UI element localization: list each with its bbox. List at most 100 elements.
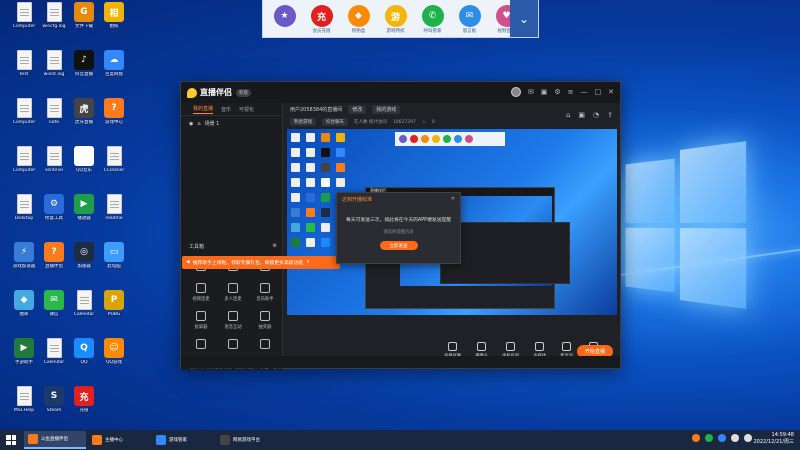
desktop-icon[interactable]: readme xyxy=(96,194,132,222)
version-badge[interactable]: 新版 xyxy=(236,88,251,97)
app-icon: Q xyxy=(74,338,94,358)
flame-icon xyxy=(187,87,197,98)
room-tag-1[interactable]: 熟悉游戏 xyxy=(290,118,316,126)
desktop-icon[interactable]: ▭ 此电脑 xyxy=(96,242,132,270)
tool-10[interactable] xyxy=(185,339,217,352)
message-icon[interactable]: ✉ xyxy=(528,88,534,96)
tab-music[interactable]: 音乐 xyxy=(221,106,231,113)
dialog-send-button[interactable]: 立即发送 xyxy=(379,241,418,250)
tray-app-icon[interactable] xyxy=(692,434,700,442)
tab-my-live[interactable]: 我的直播 xyxy=(193,105,214,114)
windows-logo-wallpaper xyxy=(625,141,747,309)
topbar-item[interactable]: ◆ 购物盒 xyxy=(340,3,377,34)
taskbar-task[interactable]: 网易游戏平台 xyxy=(216,431,278,449)
desktop-icon[interactable]: CCleaner xyxy=(96,146,132,174)
room-edit-button[interactable]: 修改 xyxy=(348,105,367,114)
maximize-icon[interactable]: □ xyxy=(595,88,602,96)
start-button[interactable] xyxy=(0,430,22,450)
lock-icon[interactable]: ⌂ xyxy=(197,121,200,127)
topbar-item[interactable]: ✉ 留言板 xyxy=(451,3,488,34)
tray-network-icon[interactable] xyxy=(718,434,726,442)
room-category[interactable]: 我的游戏 xyxy=(372,105,401,114)
topbar-item[interactable]: ✆ 呼叫管家 xyxy=(414,3,451,34)
tool-voice[interactable]: 语音互动 xyxy=(217,311,249,330)
bottom-tool-icon xyxy=(535,341,545,351)
tool-icon xyxy=(228,283,238,293)
bag-icon[interactable]: ▣ xyxy=(578,111,585,119)
document-icon xyxy=(16,386,32,406)
desktop-icon[interactable]: ☺ QQ游戏 xyxy=(96,338,132,366)
app-icon: ▶ xyxy=(74,194,94,214)
app-icon: P xyxy=(104,290,124,310)
app-icon: 虎 xyxy=(74,98,94,118)
room-hot: 0 xyxy=(431,119,435,125)
store-icon[interactable]: ⌂ xyxy=(566,111,570,119)
tool-icon xyxy=(228,311,238,321)
app-icon: ⚙ xyxy=(44,194,64,214)
tool-11[interactable] xyxy=(217,339,249,352)
tool-label: 音乐助手 xyxy=(256,297,274,302)
promo-banner[interactable]: ◀ 推荐新手上线啦，领取专属礼包，解锁更多高级功能 ✕ xyxy=(182,256,340,269)
toolbox-grid: 视频连麦 多人连麦 音乐助手投屏器 语音互动 抽奖器 xyxy=(185,261,281,352)
clock-time: 14:59:48 xyxy=(771,432,794,438)
scene-row[interactable]: ◉ ⌂ 场景 1 xyxy=(181,116,282,131)
topbar-item[interactable]: 充会员充值 xyxy=(303,3,340,34)
share-icon[interactable]: ⇪ xyxy=(607,111,613,119)
desktop-icon[interactable]: 充充值 xyxy=(66,386,102,414)
tab-visual[interactable]: 可视化 xyxy=(239,106,254,113)
app-icon: ♪ xyxy=(74,50,94,70)
desktop-icon[interactable]: ? 游戏中心 xyxy=(96,98,132,126)
tool-label: 语音互动 xyxy=(224,325,242,330)
tool-multi-link[interactable]: 多人连麦 xyxy=(217,283,249,302)
tray-volume-icon[interactable] xyxy=(731,434,739,442)
eye-icon[interactable]: ◉ xyxy=(189,121,193,127)
dialog-close-icon[interactable]: ✕ xyxy=(451,196,455,203)
dialog-body: 每天可发送三次，如此将在今天的APP端发送提醒 xyxy=(345,218,451,223)
app-icon: ▶ xyxy=(14,338,34,358)
gift-icon[interactable]: ▣ xyxy=(541,88,548,96)
tool-music[interactable]: 音乐助手 xyxy=(249,283,281,302)
tool-lottery[interactable]: 抽奖器 xyxy=(249,311,281,330)
desktop-icon[interactable]: P PUBG xyxy=(96,290,132,318)
user-avatar[interactable] xyxy=(510,87,521,97)
collapse-icon[interactable]: ⌄ xyxy=(510,0,538,37)
app-icon: ☁ xyxy=(104,50,124,70)
menu-icon[interactable]: ≡ xyxy=(568,88,574,96)
desktop-icon[interactable]: ☁ 百度网盘 xyxy=(96,50,132,78)
document-icon xyxy=(106,146,122,166)
windows-start-icon xyxy=(6,435,16,445)
bell-icon[interactable]: ◔ xyxy=(593,111,599,119)
tray-wechat-icon[interactable] xyxy=(705,434,713,442)
topbar-item-label: 留言板 xyxy=(462,29,477,34)
bottom-tool-icon xyxy=(477,341,487,351)
task-app-icon xyxy=(156,435,166,445)
desktop-icon[interactable]: 相拍照 xyxy=(96,2,132,30)
desktop-icon-label: 游戏中心 xyxy=(105,120,123,125)
topbar-item[interactable]: 游游戏特权 xyxy=(377,3,414,34)
tool-video-link[interactable]: 视频连麦 xyxy=(185,283,217,302)
settings-icon[interactable]: ⚙ xyxy=(554,88,560,96)
document-icon xyxy=(16,194,32,214)
topbar-item[interactable]: ★ xyxy=(266,3,303,34)
tray-input-icon[interactable] xyxy=(744,434,752,442)
banner-close-icon[interactable]: ✕ xyxy=(306,260,310,265)
taskbar-clock[interactable]: 14:59:48 2022/12/21/周三 xyxy=(753,432,794,446)
tool-12[interactable] xyxy=(249,339,281,352)
minimize-icon[interactable]: — xyxy=(581,88,588,96)
app-icon: S xyxy=(44,386,64,406)
taskbar-task[interactable]: 游戏管家 xyxy=(152,431,214,449)
toolbox-settings-icon[interactable]: ⚙ xyxy=(273,243,277,250)
close-icon[interactable]: ✕ xyxy=(608,88,614,96)
topbar-item-icon: ◆ xyxy=(347,5,370,27)
tool-cast[interactable]: 投屏器 xyxy=(185,311,217,330)
taskbar-task[interactable]: 主播中心 xyxy=(88,431,150,449)
clock-date: 2022/12/21/周三 xyxy=(753,439,794,445)
document-icon xyxy=(106,194,122,214)
desktop-icon-label: 百度网盘 xyxy=(105,72,123,77)
room-tag-2[interactable]: 综合聊天 xyxy=(322,118,348,126)
task-label: 主播中心 xyxy=(105,438,123,443)
taskbar-task[interactable]: 斗鱼直播伴侣 xyxy=(24,431,86,449)
speaker-icon: ◀ xyxy=(186,260,190,265)
app-titlebar: 直播伴侣 新版 ✉ ▣ ⚙ ≡ — □ ✕ xyxy=(181,82,620,103)
app-icon: ✉ xyxy=(44,290,64,310)
